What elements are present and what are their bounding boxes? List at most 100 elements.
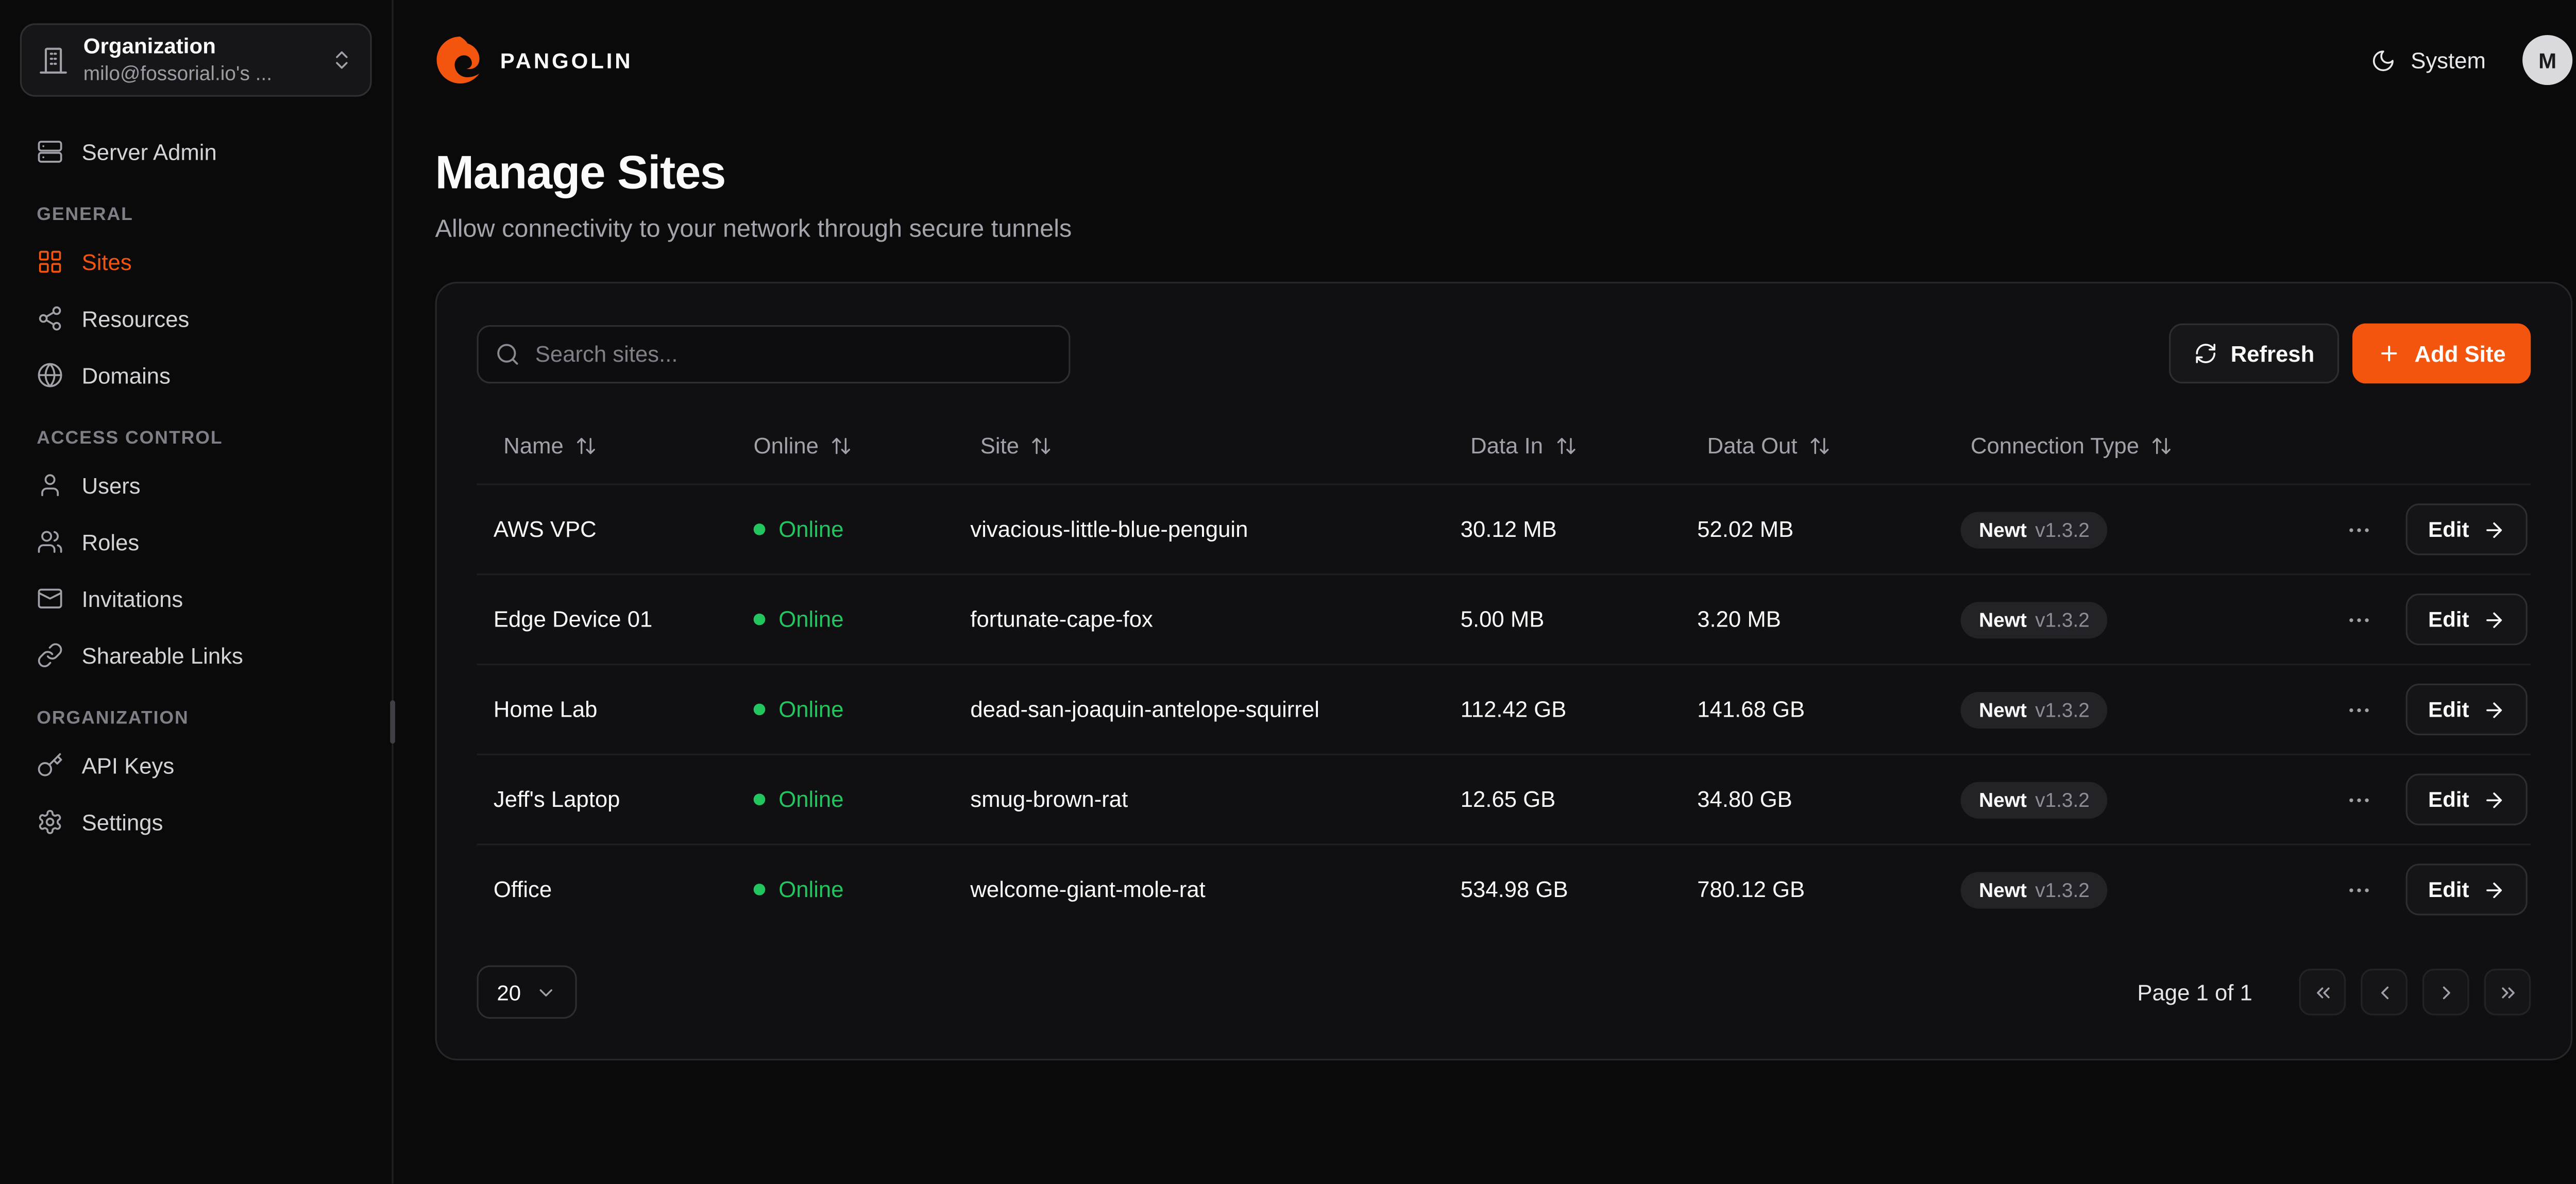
refresh-icon — [2194, 342, 2217, 365]
site-name-cell: AWS VPC — [477, 517, 726, 542]
data-out-cell: 34.80 GB — [1681, 787, 1944, 812]
status-badge: Online — [778, 787, 843, 812]
sidebar-item-server-admin[interactable]: Server Admin — [20, 123, 372, 180]
status-badge: Online — [778, 877, 843, 902]
arrow-right-icon — [2482, 698, 2505, 721]
page-size-select[interactable]: 20 — [477, 966, 578, 1019]
edit-button[interactable]: Edit — [2406, 684, 2528, 735]
site-name-cell: Home Lab — [477, 697, 726, 722]
topbar: PANGOLIN System M — [435, 0, 2573, 120]
row-menu-button[interactable] — [2343, 513, 2377, 546]
connection-version: v1.3.2 — [2035, 698, 2090, 721]
sidebar-item-label: Sites — [82, 249, 132, 275]
connection-name: Newt — [1979, 878, 2027, 901]
sidebar-item-label: Domains — [82, 363, 171, 388]
connection-type-badge: Newt v1.3.2 — [1961, 871, 2108, 908]
pangolin-logo-icon — [435, 35, 485, 85]
column-header[interactable]: Data Out — [1707, 433, 1944, 458]
sidebar-item-domains[interactable]: Domains — [20, 347, 372, 403]
org-selector[interactable]: Organization milo@fossorial.io's ... — [20, 23, 372, 96]
online-status-cell: Online — [727, 877, 954, 902]
row-actions-cell: Edit — [2337, 684, 2531, 735]
edit-button[interactable]: Edit — [2406, 594, 2528, 645]
table-row: Home Lab Online dead-san-joaquin-antelop… — [477, 664, 2531, 754]
search-icon — [495, 341, 520, 366]
column-header[interactable]: Connection Type — [1971, 433, 2337, 458]
globe-icon — [37, 362, 63, 388]
connection-type-cell: Newt v1.3.2 — [1944, 871, 2337, 908]
sidebar-item-settings[interactable]: Settings — [20, 793, 372, 850]
sidebar-item-label: Resources — [82, 306, 190, 331]
prev-page-button[interactable] — [2361, 969, 2408, 1016]
next-page-button[interactable] — [2422, 969, 2469, 1016]
sites-grid-icon — [37, 248, 63, 275]
site-name-cell: Office — [477, 877, 726, 902]
connection-type-badge: Newt v1.3.2 — [1961, 601, 2108, 638]
row-menu-button[interactable] — [2343, 783, 2377, 816]
org-subtitle: milo@fossorial.io's ... — [83, 61, 272, 87]
sidebar-item-resources[interactable]: Resources — [20, 290, 372, 347]
sidebar-item-roles[interactable]: Roles — [20, 514, 372, 570]
table-row: AWS VPC Online vivacious-little-blue-pen… — [477, 483, 2531, 573]
online-dot-icon — [754, 793, 766, 805]
ellipsis-icon — [2346, 876, 2373, 903]
section-label-access-control: ACCESS CONTROL — [37, 429, 355, 449]
plus-icon — [2378, 342, 2401, 365]
row-menu-button[interactable] — [2343, 873, 2377, 906]
brand: PANGOLIN — [435, 35, 633, 85]
data-out-cell: 141.68 GB — [1681, 697, 1944, 722]
first-page-button[interactable] — [2299, 969, 2346, 1016]
theme-label: System — [2411, 47, 2486, 73]
status-badge: Online — [778, 517, 843, 542]
column-label: Connection Type — [1971, 433, 2139, 458]
sort-icon — [1031, 434, 1053, 456]
last-page-button[interactable] — [2484, 969, 2531, 1016]
connection-name: Newt — [1979, 518, 2027, 541]
chevrons-up-down-icon — [330, 48, 353, 72]
table-row: Jeff's Laptop Online smug-brown-rat 12.6… — [477, 754, 2531, 844]
sidebar-item-api-keys[interactable]: API Keys — [20, 737, 372, 793]
refresh-label: Refresh — [2231, 341, 2315, 366]
column-label: Data Out — [1707, 433, 1798, 458]
sidebar-item-sites[interactable]: Sites — [20, 233, 372, 290]
sidebar-item-shareable-links[interactable]: Shareable Links — [20, 627, 372, 684]
online-dot-icon — [754, 884, 766, 895]
refresh-button[interactable]: Refresh — [2169, 324, 2340, 383]
connection-type-cell: Newt v1.3.2 — [1944, 511, 2337, 548]
add-site-button[interactable]: Add Site — [2353, 324, 2531, 383]
topbar-right: System M — [2371, 35, 2573, 85]
mail-icon — [37, 585, 63, 612]
sidebar-item-invitations[interactable]: Invitations — [20, 570, 372, 627]
pagination: Page 1 of 1 — [2137, 969, 2531, 1016]
chevrons-left-icon — [2312, 981, 2333, 1003]
search-input[interactable] — [477, 324, 1070, 382]
column-header[interactable]: Data In — [1470, 433, 1681, 458]
sidebar-item-users[interactable]: Users — [20, 457, 372, 514]
edit-button[interactable]: Edit — [2406, 774, 2528, 825]
sidebar-item-label: Server Admin — [82, 139, 217, 164]
status-badge: Online — [778, 697, 843, 722]
online-status-cell: Online — [727, 787, 954, 812]
sidebar-scrollbar[interactable] — [390, 700, 395, 743]
connection-type-badge: Newt v1.3.2 — [1961, 781, 2108, 818]
site-name-cell: Edge Device 01 — [477, 607, 726, 632]
user-icon — [37, 472, 63, 499]
avatar[interactable]: M — [2522, 35, 2572, 85]
column-header[interactable]: Name — [503, 433, 727, 458]
app-window: Organization milo@fossorial.io's ... Ser… — [0, 0, 2576, 1184]
row-menu-button[interactable] — [2343, 693, 2377, 726]
theme-toggle[interactable]: System — [2371, 47, 2486, 73]
server-icon — [37, 139, 63, 165]
data-in-cell: 112.42 GB — [1444, 697, 1681, 722]
edit-button[interactable]: Edit — [2406, 503, 2528, 555]
table-header: Name Online Site — [477, 407, 2531, 484]
ellipsis-icon — [2346, 696, 2373, 723]
column-header[interactable]: Online — [754, 433, 954, 458]
status-badge: Online — [778, 607, 843, 632]
connection-version: v1.3.2 — [2035, 608, 2090, 631]
row-menu-button[interactable] — [2343, 603, 2377, 636]
online-status-cell: Online — [727, 697, 954, 722]
edit-button[interactable]: Edit — [2406, 864, 2528, 915]
column-header[interactable]: Site — [980, 433, 1444, 458]
page-size-value: 20 — [497, 979, 521, 1005]
